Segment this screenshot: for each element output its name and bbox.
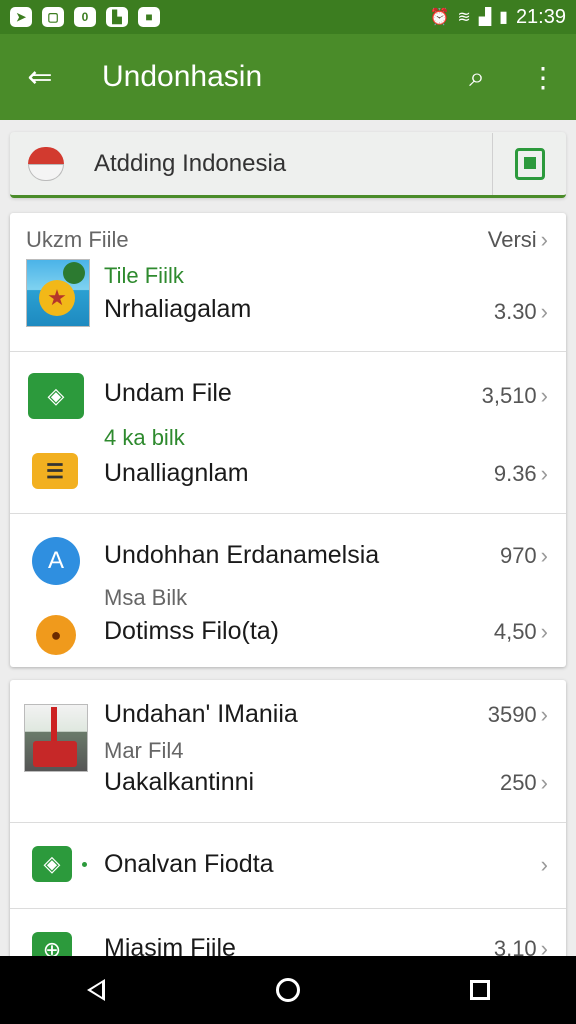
indonesia-emblem-icon bbox=[10, 146, 82, 181]
back-arrow-icon[interactable]: ⇐ bbox=[0, 60, 80, 95]
wifi-icon: ≋ bbox=[457, 9, 471, 26]
letter-a-icon: A bbox=[32, 537, 80, 585]
divider bbox=[10, 822, 566, 823]
item-title: Undam File bbox=[104, 379, 232, 407]
list-item[interactable]: ◈ Undam File 3,510 › 4 ka bilk ☰ Unalliag… bbox=[10, 353, 566, 511]
monument-thumbnail bbox=[24, 704, 88, 772]
list-icon: ☰ bbox=[32, 453, 78, 489]
list-item[interactable]: A Undohhan Erdanamelsia 970 › Msa Bilk ● … bbox=[10, 515, 566, 665]
nav-recents-button[interactable] bbox=[450, 960, 510, 1020]
item-subtitle: Mar Fil4 bbox=[104, 738, 184, 763]
calendar-icon bbox=[514, 147, 545, 180]
item-value: 9.36 › bbox=[493, 461, 548, 486]
search-bar[interactable]: Atdding Indonesia bbox=[10, 132, 566, 198]
green-file-icon: ◈ bbox=[28, 373, 84, 419]
back-icon bbox=[87, 979, 105, 1001]
status-bar: ➤ ▢ 0 ▙ ■ ⏰ ≋ ▟ ▮ 21:39 bbox=[0, 0, 576, 34]
square-icon: ■ bbox=[138, 7, 160, 27]
divider bbox=[10, 513, 566, 514]
item-title-value: 970 › bbox=[499, 543, 548, 568]
item-subtitle: Nrhaliagalam bbox=[104, 295, 252, 323]
home-icon bbox=[276, 978, 300, 1002]
file-list-card: Ukzm Fiile Versi › ★ Tile Fiilk Nrhaliaga… bbox=[10, 213, 566, 667]
list-item[interactable]: Undahan' IManiia 3590 › Mar Fil4 Uakalkan… bbox=[10, 680, 566, 822]
item-title-value: 3,510 › bbox=[481, 383, 548, 408]
item-subtitle: Msa Bilk bbox=[104, 585, 188, 610]
item-subtitle-secondary: Uakalkantinni bbox=[104, 768, 255, 796]
more-options-icon[interactable]: ⋮ bbox=[510, 61, 576, 94]
divider bbox=[10, 908, 566, 909]
nav-back-button[interactable] bbox=[66, 960, 126, 1020]
calendar-button[interactable] bbox=[492, 132, 566, 195]
system-nav-bar bbox=[0, 956, 576, 1024]
page-title: Undonhasin bbox=[102, 60, 263, 93]
item-subtitle-secondary: Unalliagnlam bbox=[104, 459, 249, 487]
list-header-version: Versi › bbox=[487, 227, 548, 252]
item-title-value: 3590 › bbox=[487, 702, 548, 727]
search-text[interactable]: Atdding Indonesia bbox=[82, 150, 492, 178]
item-subtitle-secondary: Dotimss Filo(ta) bbox=[104, 617, 280, 645]
item-value: 4,50 › bbox=[493, 619, 548, 644]
zero-icon: 0 bbox=[74, 7, 96, 27]
fruit-icon: ● bbox=[36, 615, 76, 655]
item-value: 3.30 › bbox=[493, 299, 548, 324]
beach-thumbnail: ★ bbox=[26, 259, 90, 327]
recents-icon bbox=[470, 980, 490, 1000]
item-title: Tile Fiilk bbox=[104, 263, 184, 288]
signal-icon: ▟ bbox=[478, 9, 492, 26]
item-title: Onalvan Fiodta bbox=[104, 850, 274, 878]
green-file-icon: ◈ bbox=[32, 846, 72, 882]
item-title: Undohhan Erdanamelsia bbox=[104, 541, 380, 569]
bullet-dot bbox=[82, 862, 87, 867]
navigation-icon: ➤ bbox=[10, 7, 32, 27]
app-bar: ⇐ Undonhasin ⌕ ⋮ bbox=[0, 34, 576, 120]
list-item[interactable]: ★ Tile Fiilk Nrhaliagalam 3.30 › bbox=[10, 259, 566, 351]
alarm-icon: ⏰ bbox=[429, 9, 450, 26]
chevron-right-icon: › bbox=[540, 852, 548, 877]
item-value: 250 › bbox=[499, 770, 548, 795]
search-icon[interactable]: ⌕ bbox=[444, 61, 510, 94]
divider bbox=[10, 351, 566, 352]
item-subtitle: 4 ka bilk bbox=[104, 425, 185, 450]
chat-icon: ▢ bbox=[42, 7, 64, 27]
file-list-card-secondary: Undahan' IManiia 3590 › Mar Fil4 Uakalkan… bbox=[10, 680, 566, 970]
list-header-label: Ukzm Fiile bbox=[26, 227, 129, 252]
battery-icon: ▮ bbox=[499, 9, 508, 26]
list-item[interactable]: ◈ Onalvan Fiodta › bbox=[10, 824, 566, 908]
item-title: Undahan' IManiia bbox=[104, 700, 298, 728]
status-time: 21:39 bbox=[515, 5, 566, 28]
nav-home-button[interactable] bbox=[258, 960, 318, 1020]
image-icon: ▙ bbox=[106, 7, 128, 27]
